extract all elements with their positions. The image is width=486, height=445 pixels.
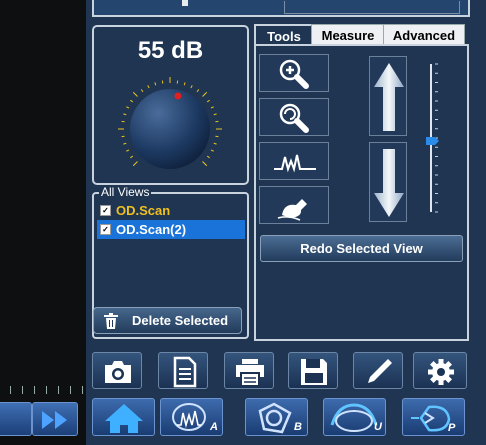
gear-icon: [428, 359, 454, 385]
printer-icon: [236, 359, 264, 387]
image-area-strip: [0, 0, 86, 445]
knob-tick: [126, 106, 130, 109]
mode-letter-a: A: [210, 421, 218, 433]
zoom-in-icon: [279, 59, 309, 89]
knob-body: [130, 89, 210, 169]
ubm-mode-button[interactable]: U: [323, 398, 386, 436]
list-item[interactable]: ✓ OD.Scan(2): [97, 220, 245, 239]
fast-forward-button[interactable]: [32, 402, 78, 436]
down-arrow-icon: [374, 149, 404, 217]
pachymetry-mode-button[interactable]: P: [402, 398, 465, 436]
print-button[interactable]: [224, 352, 274, 389]
knob-tick: [147, 85, 150, 89]
waveform-button[interactable]: [259, 142, 329, 180]
camera-icon: [105, 361, 131, 383]
list-item[interactable]: ✓ OD.Scan: [97, 201, 245, 220]
waveform-icon: [274, 154, 316, 173]
view-checkbox[interactable]: ✓: [100, 205, 111, 216]
pachymetry-icon: [411, 405, 451, 432]
pen-icon: [368, 359, 392, 383]
view-checkbox[interactable]: ✓: [100, 224, 111, 235]
knob-tick: [132, 161, 138, 167]
mode-letter-u: U: [374, 421, 382, 433]
save-icon: [301, 359, 327, 385]
report-button[interactable]: [158, 352, 208, 389]
views-list: ✓ OD.Scan ✓ OD.Scan(2): [97, 201, 245, 239]
save-button[interactable]: [288, 352, 338, 389]
gain-value: 55 dB: [137, 37, 204, 64]
knob-tick: [123, 142, 127, 145]
annotate-button[interactable]: [353, 352, 403, 389]
zoom-reset-button[interactable]: [259, 98, 329, 136]
knob-tick: [154, 82, 157, 86]
trash-icon: [104, 312, 118, 329]
knob-tick: [140, 89, 144, 93]
erase-icon: [277, 199, 307, 221]
knob-tick: [190, 85, 193, 89]
tool-tabs: Tools Measure Advanced: [254, 24, 465, 48]
tool-slider[interactable]: [426, 60, 439, 216]
document-icon: [173, 356, 197, 388]
mode-letter-p: P: [448, 422, 456, 434]
knob-tick: [206, 155, 210, 159]
views-legend: All Views: [99, 185, 152, 199]
knob-tick: [210, 149, 214, 152]
home-icon: [105, 404, 143, 433]
mode-letter-b: B: [294, 421, 302, 433]
down-arrow-button[interactable]: [369, 142, 407, 222]
knob-tick: [206, 99, 210, 103]
b-scan-mode-button[interactable]: B: [245, 398, 308, 436]
previous-button[interactable]: [0, 402, 32, 436]
knob-tick: [130, 155, 134, 159]
settings-button[interactable]: [413, 352, 467, 389]
zoom-in-button[interactable]: [259, 54, 329, 92]
delete-label: Delete Selected: [132, 313, 229, 328]
zoom-reset-icon: [279, 103, 309, 133]
view-label: OD.Scan: [116, 203, 171, 218]
scale-ticks: [0, 380, 86, 394]
up-arrow-icon: [374, 63, 404, 131]
knob-marker: [174, 92, 182, 100]
knob-tick: [126, 149, 130, 152]
knob-tick: [130, 99, 134, 103]
knob-tick: [213, 113, 217, 116]
knob-tick: [132, 91, 138, 97]
erase-button[interactable]: [259, 186, 329, 224]
fast-forward-icon: [42, 411, 67, 429]
redo-selected-view-button[interactable]: Redo Selected View: [260, 235, 463, 262]
knob-tick: [202, 161, 208, 167]
camera-button[interactable]: [92, 352, 142, 389]
delete-selected-button[interactable]: Delete Selected: [93, 307, 242, 334]
knob-tick: [183, 82, 186, 86]
knob-tick: [196, 89, 200, 93]
a-scan-mode-button[interactable]: A: [160, 398, 223, 436]
knob-tick: [123, 113, 127, 116]
home-mode-button[interactable]: [92, 398, 155, 436]
gain-panel: 55 dB: [92, 25, 249, 185]
knob-tick: [210, 106, 214, 109]
up-arrow-button[interactable]: [369, 56, 407, 136]
view-label: OD.Scan(2): [116, 222, 187, 237]
knob-tick: [202, 91, 208, 97]
top-frame: [92, 0, 470, 17]
knob-tick: [213, 142, 217, 145]
gain-knob[interactable]: [94, 67, 247, 185]
